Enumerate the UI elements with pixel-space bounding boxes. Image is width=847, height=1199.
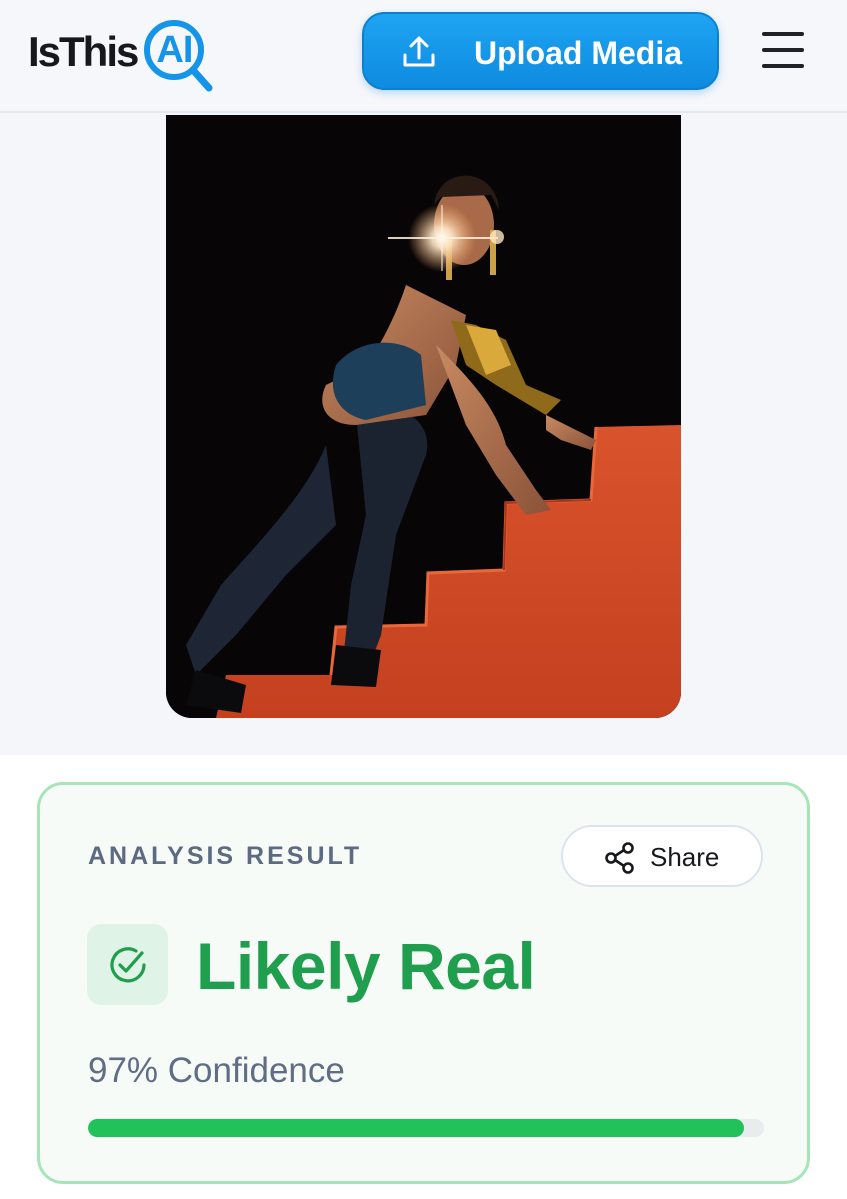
logo-magnifier-icon: AI xyxy=(143,16,215,92)
verdict-badge xyxy=(87,924,168,1005)
verdict-text: Likely Real xyxy=(196,929,536,1003)
upload-icon xyxy=(402,36,436,73)
confidence-text: 97% Confidence xyxy=(88,1051,345,1090)
check-circle-icon xyxy=(110,947,146,983)
isthisai-logo[interactable]: IsThis AI xyxy=(28,10,215,94)
logo-text: IsThis xyxy=(28,28,139,75)
confidence-progress-fill xyxy=(88,1119,744,1137)
share-button[interactable]: Share xyxy=(561,825,763,887)
analysis-result-card: ANALYSIS RESULT Share Likely Real 97% Co… xyxy=(37,782,810,1184)
logo-ai-text: AI xyxy=(156,29,193,71)
analysis-result-heading: ANALYSIS RESULT xyxy=(88,842,363,870)
upload-media-label: Upload Media xyxy=(474,35,683,71)
top-header: IsThis AI Upload Media xyxy=(0,0,847,113)
confidence-progress-bar xyxy=(88,1119,764,1137)
uploaded-photo xyxy=(166,115,681,718)
media-preview-area xyxy=(0,115,847,755)
upload-media-button[interactable]: Upload Media xyxy=(362,12,719,90)
hamburger-menu-icon[interactable] xyxy=(762,30,806,72)
share-icon xyxy=(603,841,637,880)
share-label: Share xyxy=(650,842,720,872)
